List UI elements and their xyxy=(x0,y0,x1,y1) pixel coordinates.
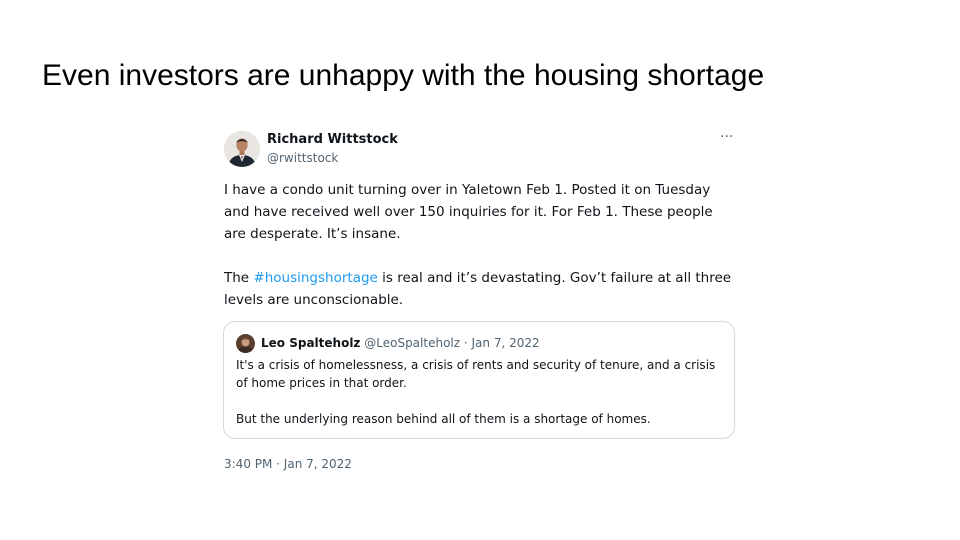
quoted-author-handle: @LeoSpalteholz xyxy=(364,336,461,350)
tweet-paragraph: The #housingshortage is real and it’s de… xyxy=(224,267,734,311)
more-options-icon[interactable]: ··· xyxy=(720,130,733,144)
hashtag-link[interactable]: #housingshortage xyxy=(253,270,377,286)
author-avatar[interactable] xyxy=(224,131,260,167)
quoted-paragraph: But the underlying reason behind all of … xyxy=(236,412,651,426)
profile-photo xyxy=(236,334,255,353)
tweet-text: I have a condo unit turning over in Yale… xyxy=(224,179,734,311)
author-handle[interactable]: @rwittstock xyxy=(267,150,338,166)
profile-photo xyxy=(224,131,260,167)
quoted-text: It's a crisis of homelessness, a crisis … xyxy=(236,356,716,428)
quoted-date: Jan 7, 2022 xyxy=(471,336,540,350)
tweet-timestamp[interactable]: 3:40 PM · Jan 7, 2022 xyxy=(224,456,352,472)
tweet-card: Richard Wittstock @rwittstock ··· I have… xyxy=(222,126,740,478)
quoted-author-avatar[interactable] xyxy=(236,334,255,353)
quoted-header: Leo Spalteholz @LeoSpalteholz · Jan 7, 2… xyxy=(261,335,540,352)
quoted-paragraph: It's a crisis of homelessness, a crisis … xyxy=(236,358,716,390)
quoted-separator: · xyxy=(460,336,472,350)
author-name[interactable]: Richard Wittstock xyxy=(267,132,398,148)
quoted-tweet[interactable]: Leo Spalteholz @LeoSpalteholz · Jan 7, 2… xyxy=(223,321,735,439)
quoted-author-name: Leo Spalteholz xyxy=(261,336,361,350)
tweet-paragraph: I have a condo unit turning over in Yale… xyxy=(224,182,713,242)
slide-title: Even investors are unhappy with the hous… xyxy=(42,59,765,92)
tweet-text-segment: The xyxy=(224,270,254,286)
